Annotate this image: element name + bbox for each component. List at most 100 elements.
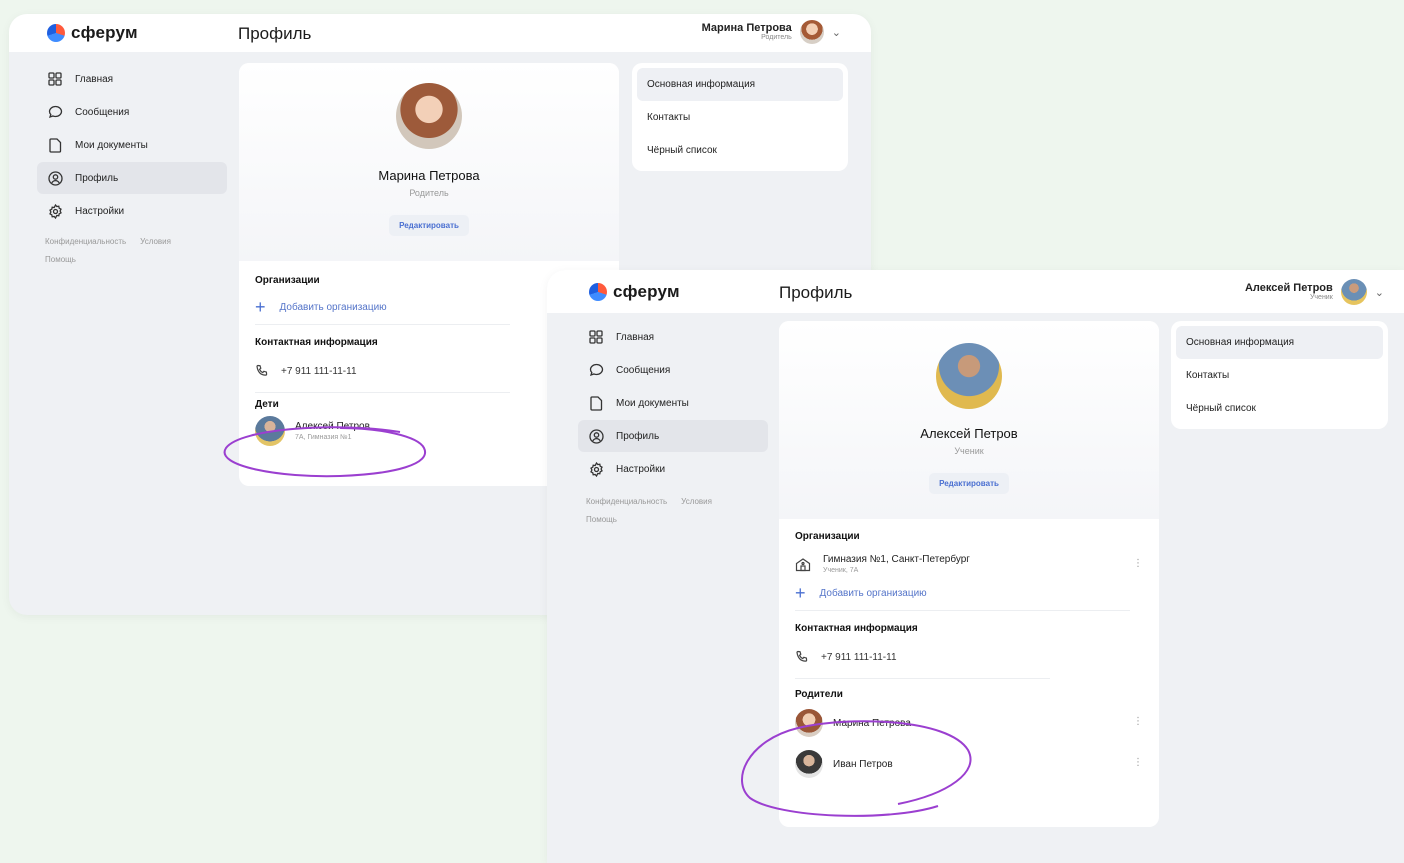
organization-item[interactable]: Гимназия №1, Санкт-Петербург Ученик, 7А … xyxy=(795,554,1143,574)
menu-contacts[interactable]: Контакты xyxy=(637,101,843,134)
settings-icon xyxy=(588,461,604,477)
profile-header: Алексей Петров Ученик Редактировать xyxy=(779,321,1159,519)
page-title: Профиль xyxy=(238,24,312,43)
parent-item[interactable]: Марина Петрова ⋮ xyxy=(795,708,1143,738)
chat-icon xyxy=(588,362,604,378)
sidebar-item-label: Сообщения xyxy=(75,106,130,118)
sidebar-item-messages[interactable]: Сообщения xyxy=(37,96,227,128)
menu-blacklist[interactable]: Чёрный список xyxy=(1176,392,1383,425)
divider xyxy=(255,392,510,393)
sidebar-item-messages[interactable]: Сообщения xyxy=(578,354,768,386)
top-bar: сферум Профиль Алексей Петров Ученик ⌄ xyxy=(547,270,1404,313)
phone-number: +7 911 111-11-11 xyxy=(821,651,897,663)
sidebar-item-label: Настройки xyxy=(75,205,125,217)
sidebar-item-home[interactable]: Главная xyxy=(578,321,768,353)
add-organization-label: Добавить организацию xyxy=(819,587,927,599)
sidebar-footer: Конфиденциальность Условия Помощь xyxy=(578,493,768,529)
logo-text: сферум xyxy=(613,282,680,301)
more-options-icon[interactable]: ⋮ xyxy=(1133,558,1143,569)
sidebar-item-label: Главная xyxy=(616,331,655,343)
grid-icon xyxy=(47,71,63,87)
phone-icon xyxy=(795,650,809,664)
sidebar-item-profile[interactable]: Профиль xyxy=(37,162,227,194)
edit-profile-button[interactable]: Редактировать xyxy=(389,215,469,236)
sidebar-item-home[interactable]: Главная xyxy=(37,63,227,95)
child-name: Алексей Петров xyxy=(295,421,370,432)
profile-role: Родитель xyxy=(409,188,449,198)
school-icon xyxy=(795,557,811,572)
profile-icon xyxy=(47,170,63,186)
menu-basic-info[interactable]: Основная информация xyxy=(637,68,843,101)
user-avatar[interactable] xyxy=(799,20,824,44)
contacts-title: Контактная информация xyxy=(795,623,918,634)
menu-contacts[interactable]: Контакты xyxy=(1176,359,1383,392)
divider xyxy=(255,324,510,325)
sferum-logo-icon xyxy=(589,283,607,301)
user-role: Ученик xyxy=(1309,294,1333,302)
profile-header: Марина Петрова Родитель Редактировать xyxy=(239,63,619,261)
menu-blacklist[interactable]: Чёрный список xyxy=(637,134,843,167)
logo-text: сферум xyxy=(71,23,138,42)
user-menu[interactable]: Алексей Петров Ученик ⌄ xyxy=(1245,279,1384,305)
sferum-logo-icon xyxy=(47,24,65,42)
help-link[interactable]: Помощь xyxy=(586,515,617,524)
sidebar-item-settings[interactable]: Настройки xyxy=(578,453,768,485)
sidebar-nav: Главная Сообщения Мои документы Профиль … xyxy=(578,321,768,529)
terms-link[interactable]: Условия xyxy=(140,237,171,246)
chat-icon xyxy=(47,104,63,120)
privacy-link[interactable]: Конфиденциальность xyxy=(45,237,126,246)
user-name: Алексей Петров xyxy=(1244,282,1333,295)
parent-name: Иван Петров xyxy=(833,758,893,770)
user-name: Марина Петрова xyxy=(701,22,792,35)
settings-icon xyxy=(47,203,63,219)
grid-icon xyxy=(588,329,604,345)
organization-info: Ученик, 7А xyxy=(823,567,859,574)
user-menu[interactable]: Марина Петрова Родитель ⌄ xyxy=(702,20,841,44)
divider xyxy=(795,610,1130,611)
parent-avatar xyxy=(795,750,823,778)
sidebar-item-settings[interactable]: Настройки xyxy=(37,195,227,227)
privacy-link[interactable]: Конфиденциальность xyxy=(586,497,667,506)
profile-section-menu: Основная информация Контакты Чёрный спис… xyxy=(632,63,848,171)
page-title: Профиль xyxy=(779,283,853,302)
phone-icon xyxy=(255,364,269,378)
edit-profile-button[interactable]: Редактировать xyxy=(929,473,1009,494)
terms-link[interactable]: Условия xyxy=(681,497,712,506)
profile-name: Алексей Петров xyxy=(920,426,1018,441)
sidebar-footer: Конфиденциальность Условия Помощь xyxy=(37,233,227,269)
sidebar-item-label: Мои документы xyxy=(75,139,148,151)
sidebar-item-label: Мои документы xyxy=(616,397,689,409)
more-options-icon[interactable]: ⋮ xyxy=(1133,716,1143,727)
menu-basic-info[interactable]: Основная информация xyxy=(1176,326,1383,359)
organizations-title: Организации xyxy=(795,531,860,542)
phone-number: +7 911 111-11-11 xyxy=(281,365,357,377)
add-organization-button[interactable]: + Добавить организацию xyxy=(795,584,1143,602)
sferum-logo[interactable]: сферум xyxy=(47,23,138,43)
help-link[interactable]: Помощь xyxy=(45,255,76,264)
profile-avatar xyxy=(396,83,462,149)
profile-role: Ученик xyxy=(954,446,984,456)
sidebar-item-label: Настройки xyxy=(616,463,666,475)
profile-card: Алексей Петров Ученик Редактировать Орга… xyxy=(779,321,1159,827)
chevron-down-icon[interactable]: ⌄ xyxy=(1375,286,1384,299)
student-profile-window: сферум Профиль Алексей Петров Ученик ⌄ Г… xyxy=(547,270,1404,863)
user-avatar[interactable] xyxy=(1340,279,1367,305)
sidebar-item-documents[interactable]: Мои документы xyxy=(37,129,227,161)
sidebar-item-documents[interactable]: Мои документы xyxy=(578,387,768,419)
plus-icon: + xyxy=(255,297,266,317)
chevron-down-icon[interactable]: ⌄ xyxy=(832,26,841,39)
sferum-logo[interactable]: сферум xyxy=(589,282,680,302)
parent-avatar xyxy=(795,709,823,737)
sidebar-item-label: Профиль xyxy=(75,172,119,184)
parent-item[interactable]: Иван Петров ⋮ xyxy=(795,749,1143,779)
parent-name: Марина Петрова xyxy=(833,717,911,729)
parents-title: Родители xyxy=(795,689,843,700)
child-avatar xyxy=(255,416,285,446)
document-icon xyxy=(588,395,604,411)
sidebar-item-label: Профиль xyxy=(616,430,660,442)
sidebar-item-profile[interactable]: Профиль xyxy=(578,420,768,452)
sidebar-item-label: Главная xyxy=(75,73,114,85)
user-role: Родитель xyxy=(761,34,792,42)
more-options-icon[interactable]: ⋮ xyxy=(1133,757,1143,768)
organization-name: Гимназия №1, Санкт-Петербург xyxy=(823,554,970,565)
